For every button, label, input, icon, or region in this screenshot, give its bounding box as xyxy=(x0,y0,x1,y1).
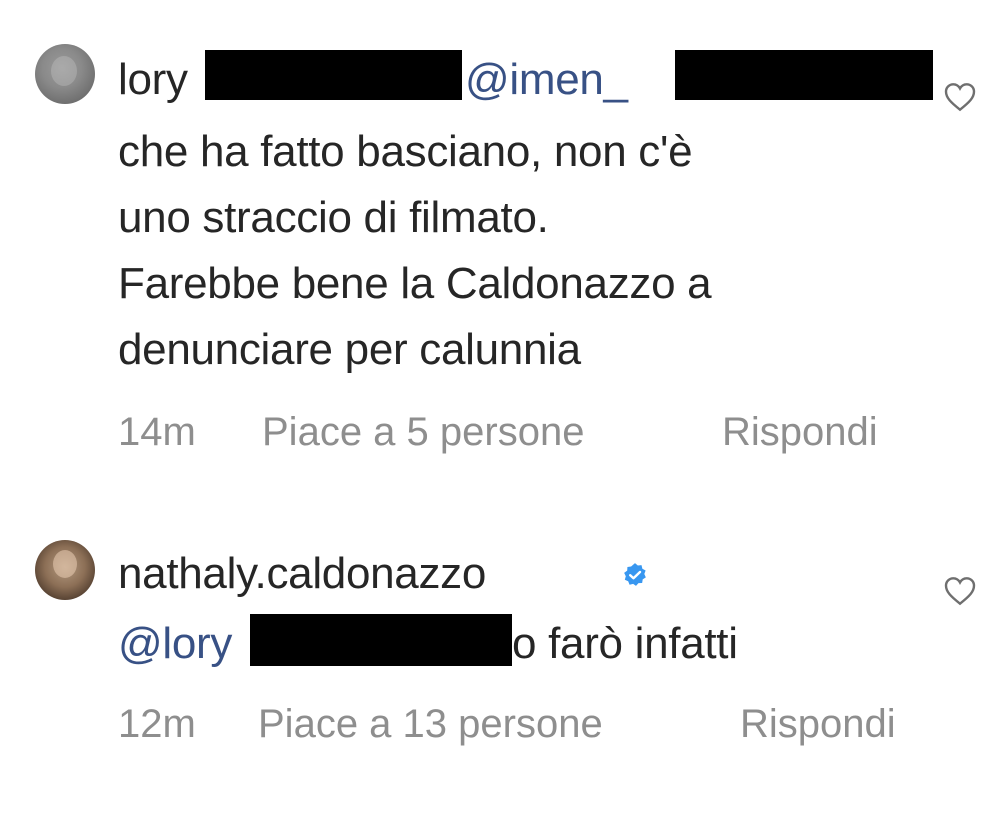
comment-text-line: denunciare per calunnia xyxy=(118,325,581,374)
comments-screenshot: lory @imen_ che ha fatto basciano, non c… xyxy=(0,0,1000,830)
reply-button[interactable]: Rispondi xyxy=(740,700,896,748)
verified-badge-icon xyxy=(624,563,646,586)
likes-count-link[interactable]: Piace a 13 persone xyxy=(258,700,603,748)
comment-time: 12m xyxy=(118,702,196,746)
comment-time: 14m xyxy=(118,410,196,454)
comment-text-line: uno straccio di filmato. xyxy=(118,193,549,242)
comment-mention[interactable]: @lory xyxy=(118,618,232,670)
comment-username[interactable]: nathaly.caldonazzo xyxy=(118,548,486,600)
comment-username[interactable]: lory xyxy=(118,54,188,106)
redaction-bar xyxy=(675,50,933,100)
heart-icon[interactable] xyxy=(944,576,976,606)
redaction-bar xyxy=(250,614,512,666)
likes-count-link[interactable]: Piace a 5 persone xyxy=(262,408,584,456)
comment-text-line: che ha fatto basciano, non c'è xyxy=(118,127,693,176)
avatar[interactable] xyxy=(35,540,95,600)
reply-button[interactable]: Rispondi xyxy=(722,408,878,456)
comment-text: o farò infatti xyxy=(512,619,738,668)
avatar[interactable] xyxy=(35,44,95,104)
comment-text-line: Farebbe bene la Caldonazzo a xyxy=(118,259,712,308)
heart-icon[interactable] xyxy=(944,82,976,112)
redaction-bar xyxy=(205,50,462,100)
comment-mention[interactable]: @imen_ xyxy=(465,54,628,106)
